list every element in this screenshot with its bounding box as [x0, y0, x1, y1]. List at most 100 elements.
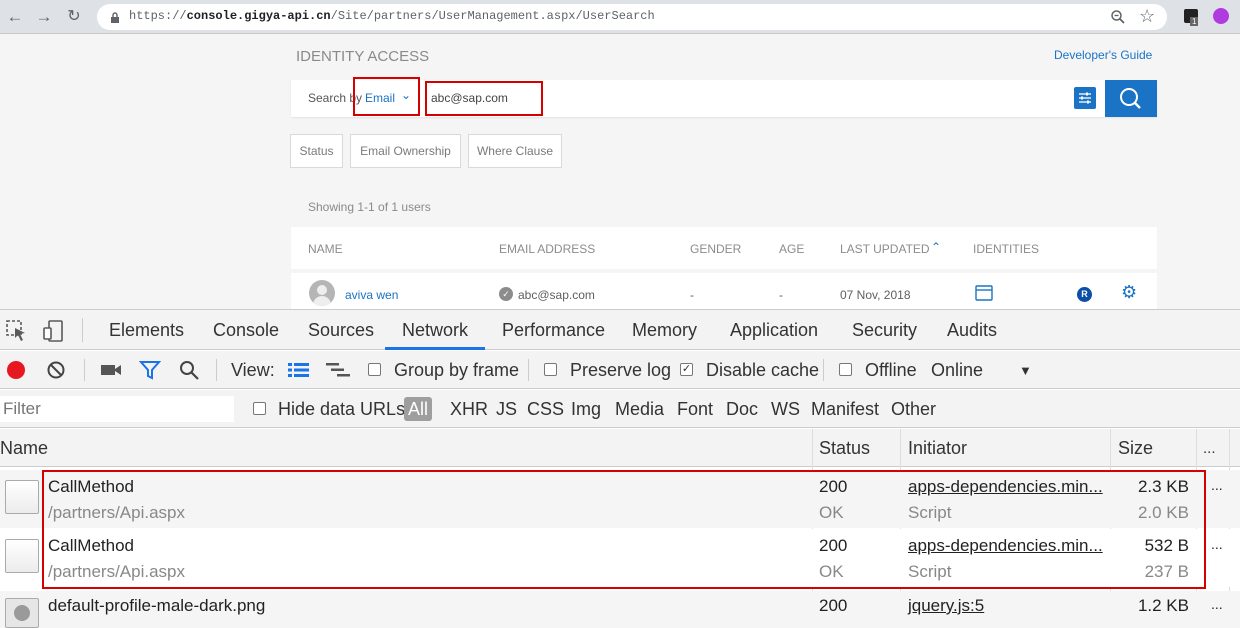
image-file-icon: [5, 598, 39, 628]
request-more: ...: [1211, 596, 1223, 612]
address-bar[interactable]: https://console.gigya-api.cn/Site/partne…: [97, 4, 1167, 30]
url-text: https://console.gigya-api.cn/Site/partne…: [129, 9, 655, 23]
disable-cache-label[interactable]: Disable cache: [706, 360, 819, 381]
type-filter-all[interactable]: All: [404, 397, 433, 421]
tab-security[interactable]: Security: [852, 320, 917, 341]
type-filter-xhr[interactable]: XHR: [450, 399, 488, 420]
request-initiator-link[interactable]: jquery.js:5: [908, 596, 984, 616]
dropdown-triangle-icon[interactable]: ▼: [1019, 363, 1032, 378]
preserve-log-label[interactable]: Preserve log: [570, 360, 671, 381]
user-name-link[interactable]: aviva wen: [345, 288, 398, 302]
tab-network[interactable]: Network: [402, 320, 468, 341]
developer-guide-link[interactable]: Developer's Guide: [1054, 48, 1152, 62]
col-size[interactable]: Size: [1118, 438, 1153, 459]
offline-label[interactable]: Offline: [865, 360, 917, 381]
search-icon: [1120, 88, 1141, 109]
toolbar-separator: [823, 359, 824, 381]
group-by-frame-label[interactable]: Group by frame: [394, 360, 519, 381]
zoom-icon[interactable]: [1110, 9, 1126, 25]
col-name[interactable]: Name: [0, 438, 48, 459]
reload-icon[interactable]: ↻: [63, 6, 85, 28]
col-email[interactable]: EMAIL ADDRESS: [499, 242, 595, 256]
type-filter-js[interactable]: JS: [496, 399, 517, 420]
hide-data-urls-checkbox[interactable]: [253, 402, 266, 415]
group-by-frame-checkbox[interactable]: [368, 363, 381, 376]
col-initiator[interactable]: Initiator: [908, 438, 967, 459]
device-toolbar-icon[interactable]: [42, 319, 66, 343]
col-name[interactable]: NAME: [308, 242, 343, 256]
network-table-header: Name Status Initiator Size ...: [0, 429, 1240, 467]
preserve-log-checkbox[interactable]: [544, 363, 557, 376]
status-filter-chip[interactable]: Status: [290, 134, 343, 168]
user-last-updated: 07 Nov, 2018: [840, 288, 911, 302]
filter-icon[interactable]: [139, 360, 161, 380]
request-name: default-profile-male-dark.png: [48, 596, 266, 615]
verified-icon: ✓: [499, 287, 513, 301]
site-identity-icon[interactable]: [975, 285, 993, 301]
bookmark-star-icon[interactable]: ☆: [1139, 6, 1155, 27]
offline-checkbox[interactable]: [839, 363, 852, 376]
type-filter-doc[interactable]: Doc: [726, 399, 758, 420]
network-toolbar: View: Group by frame Preserve log ✓ Disa…: [0, 351, 1240, 389]
col-identities[interactable]: IDENTITIES: [973, 242, 1039, 256]
toolbar-separator: [84, 359, 85, 381]
network-filter-bar: Hide data URLs All XHR JS CSS Img Media …: [0, 390, 1240, 428]
type-filter-css[interactable]: CSS: [527, 399, 564, 420]
tab-sources[interactable]: Sources: [308, 320, 374, 341]
tab-console[interactable]: Console: [213, 320, 279, 341]
record-icon[interactable]: [7, 361, 25, 379]
type-filter-media[interactable]: Media: [615, 399, 664, 420]
user-age: -: [779, 288, 783, 302]
sort-ascending-icon[interactable]: ⌃: [931, 240, 941, 254]
tab-application[interactable]: Application: [730, 320, 818, 341]
advanced-filter-button[interactable]: [1074, 87, 1096, 109]
highlight-search-field: [353, 77, 420, 116]
filter-input[interactable]: [0, 396, 234, 422]
tab-performance[interactable]: Performance: [502, 320, 605, 341]
col-more[interactable]: ...: [1203, 440, 1216, 457]
toolbar-separator: [528, 359, 529, 381]
avatar: [309, 280, 335, 306]
large-rows-icon[interactable]: [288, 362, 310, 378]
document-icon: [5, 539, 39, 573]
back-arrow-icon[interactable]: ←: [4, 6, 26, 28]
where-clause-filter-chip[interactable]: Where Clause: [468, 134, 562, 168]
profile-icon[interactable]: [1213, 8, 1229, 24]
browser-toolbar: ← → ↻ https://console.gigya-api.cn/Site/…: [0, 0, 1240, 34]
tab-audits[interactable]: Audits: [947, 320, 997, 341]
email-ownership-filter-chip[interactable]: Email Ownership: [350, 134, 461, 168]
col-age[interactable]: AGE: [779, 242, 804, 256]
disable-cache-checkbox[interactable]: ✓: [680, 363, 693, 376]
table-row[interactable]: aviva wen ✓ abc@sap.com - - 07 Nov, 2018…: [291, 273, 1157, 309]
overview-icon[interactable]: [326, 362, 352, 378]
search-button[interactable]: [1105, 80, 1157, 117]
settings-gear-icon[interactable]: ⚙: [1121, 282, 1137, 303]
hide-data-urls-label[interactable]: Hide data URLs: [278, 399, 405, 420]
type-filter-other[interactable]: Other: [891, 399, 936, 420]
raas-identity-icon[interactable]: R: [1077, 287, 1092, 302]
inspect-element-icon[interactable]: [6, 320, 28, 342]
results-count: Showing 1-1 of 1 users: [308, 200, 431, 214]
tab-memory[interactable]: Memory: [632, 320, 697, 341]
throttling-select[interactable]: Online: [931, 360, 983, 381]
type-filter-ws[interactable]: WS: [771, 399, 800, 420]
type-filter-img[interactable]: Img: [571, 399, 601, 420]
forward-arrow-icon[interactable]: →: [33, 6, 55, 28]
devtools-tabbar: Elements Console Sources Network Perform…: [0, 310, 1240, 350]
table-row[interactable]: default-profile-male-dark.png 200 jquery…: [0, 591, 1240, 628]
type-filter-font[interactable]: Font: [677, 399, 713, 420]
sliders-icon: [1079, 92, 1091, 104]
col-last-updated[interactable]: LAST UPDATED: [840, 242, 930, 256]
col-gender[interactable]: GENDER: [690, 242, 741, 256]
search-icon[interactable]: [179, 360, 200, 381]
clear-icon[interactable]: [46, 360, 66, 380]
col-status[interactable]: Status: [819, 438, 870, 459]
request-more: ...: [1211, 477, 1223, 493]
page-title: IDENTITY ACCESS: [296, 48, 430, 65]
highlight-search-value: [425, 81, 543, 116]
extension-icon[interactable]: 1: [1184, 9, 1199, 26]
type-filter-manifest[interactable]: Manifest: [811, 399, 879, 420]
tab-elements[interactable]: Elements: [109, 320, 184, 341]
capture-screenshots-icon[interactable]: [100, 361, 122, 379]
user-gender: -: [690, 288, 694, 302]
